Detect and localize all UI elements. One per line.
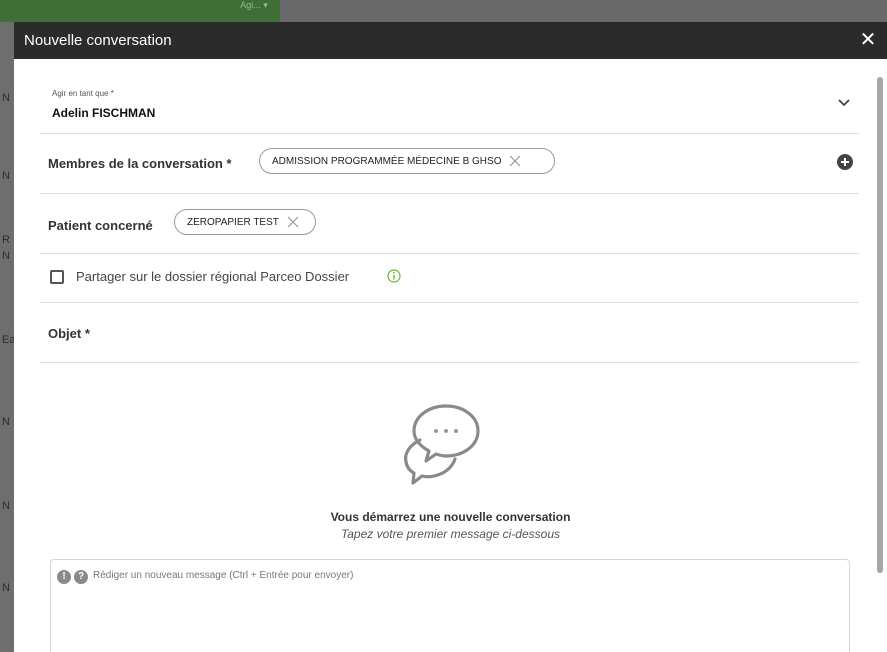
patient-label: Patient concerné — [48, 218, 153, 233]
message-input[interactable] — [93, 564, 843, 652]
background-letter: R — [2, 234, 10, 246]
background-letter: N — [2, 92, 10, 104]
close-icon: ✕ — [859, 29, 877, 51]
object-row: Objet * — [40, 303, 859, 363]
dialog-body: Agir en tant que * Adelin FISCHMAN Membr… — [14, 59, 887, 652]
background-letter: N — [2, 582, 10, 594]
info-icon[interactable] — [387, 269, 401, 283]
member-chip: ADMISSION PROGRAMMÉE MÉDECINE B GHSO — [259, 148, 555, 174]
share-row: Partager sur le dossier régional Parceo … — [40, 254, 859, 303]
patient-row: Patient concerné ZEROPAPIER TEST — [40, 194, 859, 254]
add-member-button[interactable] — [837, 154, 853, 170]
background-tab: Agi... ▾ — [240, 0, 268, 10]
act-as-value: Adelin FISCHMAN — [52, 106, 156, 120]
close-button[interactable]: ✕ — [859, 29, 877, 51]
chevron-down-icon[interactable] — [837, 95, 851, 109]
help-icon[interactable]: ? — [74, 570, 88, 584]
background-left-strip: N N R N Ea N N N — [0, 22, 15, 652]
message-composer: ! ? — [50, 559, 850, 652]
dialog-title: Nouvelle conversation — [24, 32, 172, 49]
background-letter: N — [2, 416, 10, 428]
members-label: Membres de la conversation * — [48, 156, 232, 171]
remove-member-icon[interactable] — [509, 155, 521, 167]
alert-icon[interactable]: ! — [57, 570, 71, 584]
background-letter: N — [2, 170, 10, 182]
members-row: Membres de la conversation * ADMISSION P… — [40, 134, 859, 194]
share-label[interactable]: Partager sur le dossier régional Parceo … — [76, 269, 349, 284]
background-green-bar: Agi... ▾ — [0, 0, 280, 22]
member-chip-text: ADMISSION PROGRAMMÉE MÉDECINE B GHSO — [272, 155, 502, 167]
empty-state-subtitle: Tapez votre premier message ci-dessous — [341, 527, 560, 541]
dialog-header: Nouvelle conversation ✕ — [14, 22, 887, 59]
remove-patient-icon[interactable] — [287, 216, 299, 228]
act-as-label: Agir en tant que * — [52, 89, 114, 98]
empty-state-title: Vous démarrez une nouvelle conversation — [330, 510, 571, 524]
patient-chip-text: ZEROPAPIER TEST — [187, 216, 279, 228]
chat-bubbles-icon — [404, 404, 480, 485]
scrollbar-thumb[interactable] — [877, 77, 883, 573]
object-label: Objet * — [48, 326, 90, 341]
background-letter: N — [2, 250, 10, 262]
object-input[interactable] — [100, 317, 840, 347]
patient-chip: ZEROPAPIER TEST — [174, 209, 316, 235]
new-conversation-dialog: Nouvelle conversation ✕ Agir en tant que… — [14, 22, 887, 652]
background-letter: N — [2, 500, 10, 512]
act-as-select[interactable]: Agir en tant que * Adelin FISCHMAN — [40, 59, 859, 134]
share-checkbox[interactable] — [50, 270, 64, 284]
